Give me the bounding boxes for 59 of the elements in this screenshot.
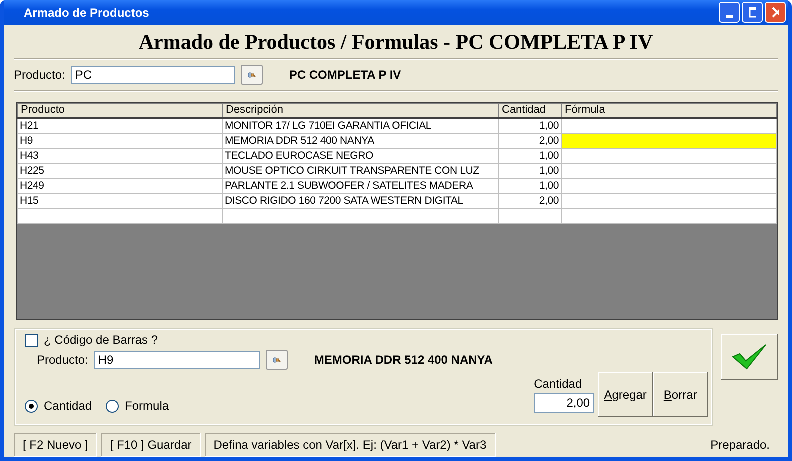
- radio-button[interactable]: [25, 400, 38, 412]
- quantity-field[interactable]: 2,00: [534, 393, 594, 413]
- close-button[interactable]: [765, 2, 786, 23]
- table-cell: 1,00: [498, 164, 562, 178]
- column-header[interactable]: Cantidad: [498, 104, 562, 118]
- product-label: Producto:: [14, 68, 66, 82]
- table-cell: DISCO RIGIDO 160 7200 SATA WESTERN DIGITAL: [222, 194, 498, 208]
- quantity-label: Cantidad: [534, 377, 584, 391]
- window-title: Armado de Productos: [24, 6, 150, 20]
- status-text: [ F10 ] Guardar: [101, 433, 201, 457]
- table-cell: 1,00: [498, 148, 562, 164]
- radio-label: Formula: [125, 399, 170, 413]
- confirm-button[interactable]: [721, 334, 778, 380]
- column-header[interactable]: Producto: [18, 104, 222, 118]
- table-cell: MONITOR 17/ LG 710EI GARANTIA OFICIAL: [222, 118, 498, 134]
- form-heading: Armado de Productos / Formulas - PC COMPLETA P IV: [138, 29, 654, 56]
- barcode-label: ¿ Código de Barras ?: [44, 333, 158, 347]
- table-cell[interactable]: [562, 178, 776, 194]
- product-description: MEMORIA DDR 512 400 NANYA: [314, 352, 493, 366]
- table-cell: H9: [18, 134, 222, 148]
- product-label: Producto:: [37, 352, 88, 366]
- table-cell: H249: [18, 178, 222, 194]
- minimize-icon: [726, 15, 733, 18]
- maximize-icon: [749, 7, 756, 18]
- status-text: Preparado.: [710, 437, 771, 454]
- maximize-button[interactable]: [742, 2, 763, 23]
- lookup-button[interactable]: [241, 65, 264, 85]
- minimize-button[interactable]: [719, 2, 740, 23]
- table-cell: 2,00: [498, 194, 562, 208]
- lookup-button[interactable]: [266, 350, 288, 370]
- product-field[interactable]: H9: [94, 350, 260, 368]
- radio-button[interactable]: [106, 400, 120, 412]
- column-header[interactable]: Descripción: [222, 104, 498, 118]
- table-cell: 1,00: [498, 118, 562, 134]
- table-cell: H15: [18, 194, 222, 208]
- column-header[interactable]: Fórmula: [562, 104, 776, 118]
- table-cell: PARLANTE 2.1 SUBWOOFER / SATELITES MADERA: [222, 178, 498, 194]
- table-cell[interactable]: [562, 194, 776, 208]
- radio-label: Cantidad: [44, 399, 92, 413]
- table-cell: H21: [18, 118, 222, 134]
- table-cell[interactable]: [562, 164, 776, 178]
- product-description: PC COMPLETA P IV: [289, 68, 402, 82]
- close-icon: [772, 7, 779, 18]
- table-cell: 2,00: [498, 134, 562, 148]
- action-button[interactable]: Borrar: [653, 372, 708, 417]
- selected-cell[interactable]: [562, 134, 776, 148]
- action-button[interactable]: Agregar: [598, 372, 654, 417]
- table-cell[interactable]: [562, 148, 776, 164]
- table-cell: H43: [18, 148, 222, 164]
- table-cell: MEMORIA DDR 512 400 NANYA: [222, 134, 498, 148]
- checkmark-icon: [732, 344, 768, 370]
- barcode-checkbox[interactable]: [25, 334, 38, 346]
- table-cell: H225: [18, 164, 222, 178]
- status-text: [ F2 Nuevo ]: [14, 433, 98, 457]
- table-cell: MOUSE OPTICO CIRKUIT TRANSPARENTE CON LUZ: [222, 164, 498, 178]
- product-field[interactable]: PC: [71, 66, 236, 84]
- table-cell: TECLADO EUROCASE NEGRO: [222, 148, 498, 164]
- table-cell: 1,00: [498, 178, 562, 194]
- status-text: Defina variables con Var[x]. Ej: (Var1 + Var2) * Var3: [204, 433, 496, 457]
